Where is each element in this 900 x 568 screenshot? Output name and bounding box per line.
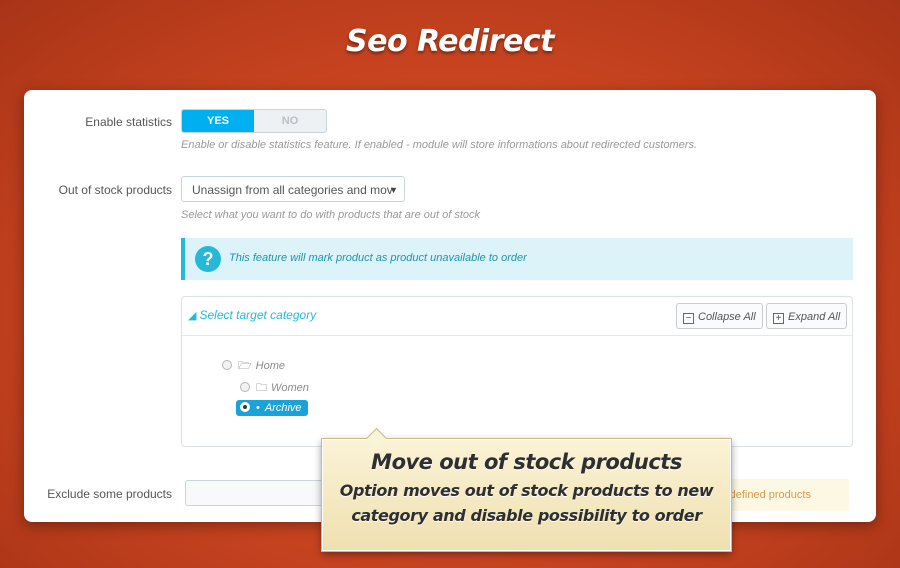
alert-text: This feature will mark product as produc… (229, 252, 527, 264)
expand-all-label: Expand All (788, 311, 841, 323)
callout-line-2: category and disable possibility to orde… (351, 506, 702, 525)
feature-callout: Move out of stock products Option moves … (321, 427, 732, 552)
category-tree-header: ◢ Select target category − Collapse All + E… (182, 297, 852, 336)
category-tree: ◢ Select target category − Collapse All + E… (181, 296, 853, 447)
tree-title: ◢ Select target category (188, 308, 316, 322)
tree-node-women[interactable]: 🗀 Women (240, 379, 309, 398)
callout-line-1: Option moves out of stock products to ne… (339, 481, 714, 500)
out-of-stock-label: Out of stock products (58, 183, 172, 197)
tree-node-archive-label: Archive (264, 402, 302, 414)
collapse-all-button[interactable]: − Collapse All (676, 303, 763, 329)
tree-node-home-label: Home (255, 360, 285, 372)
out-of-stock-selected-value: Unassign from all categories and mov (192, 183, 393, 197)
question-icon: ? (195, 246, 221, 272)
tree-node-home[interactable]: 🗁 Home (222, 357, 285, 376)
callout-heading: Move out of stock products (371, 450, 682, 474)
tree-title-text: Select target category (199, 308, 317, 322)
folder-open-icon: 🗁 (238, 360, 252, 372)
page-title: Seo Redirect (346, 24, 554, 59)
folder-icon: 🗀 (256, 382, 267, 394)
radio-archive[interactable] (240, 402, 250, 412)
info-alert: ? This feature will mark product as prod… (181, 238, 853, 280)
out-of-stock-help-text: Select what you want to do with products… (181, 209, 480, 221)
radio-women[interactable] (240, 382, 250, 392)
radio-home[interactable] (222, 360, 232, 370)
tree-node-archive[interactable]: • Archive (236, 400, 308, 416)
chevron-down-icon: ▼ (389, 185, 398, 195)
out-of-stock-select[interactable]: Unassign from all categories and mov ▼ (181, 176, 405, 202)
enable-statistics-label: Enable statistics (85, 115, 172, 129)
minus-square-icon: − (683, 313, 694, 324)
plus-square-icon: + (773, 313, 784, 324)
statistics-no-option[interactable]: NO (254, 110, 326, 132)
tag-icon: ◢ (188, 310, 197, 322)
statistics-yes-option[interactable]: YES (182, 110, 254, 132)
statistics-switch[interactable]: YES NO (181, 109, 327, 133)
exclude-products-label: Exclude some products (47, 487, 172, 501)
statistics-help-text: Enable or disable statistics feature. If… (181, 139, 698, 151)
expand-all-button[interactable]: + Expand All (766, 303, 848, 329)
tree-node-women-label: Women (271, 382, 309, 394)
exclude-products-input[interactable] (185, 480, 345, 506)
collapse-all-label: Collapse All (698, 311, 756, 323)
bullet-icon: • (256, 402, 260, 414)
